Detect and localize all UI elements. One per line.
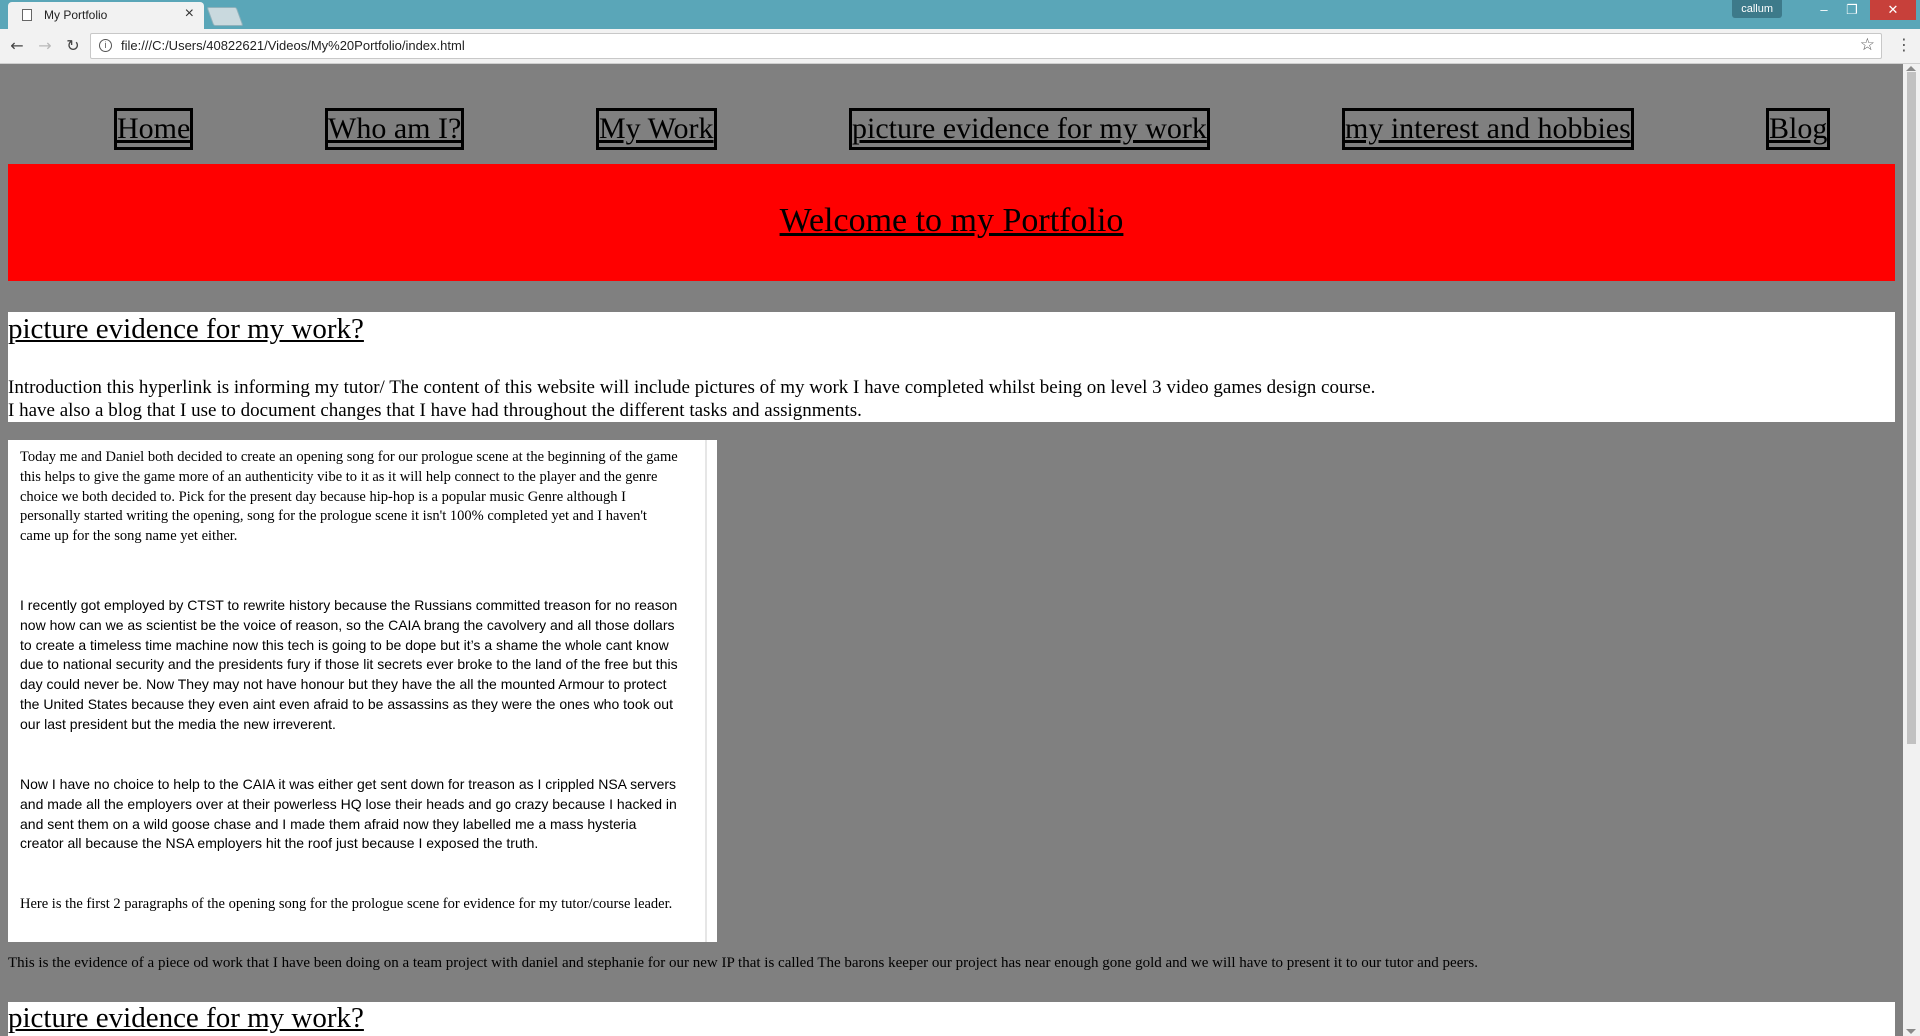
nav-link-home[interactable]: Home — [114, 108, 194, 150]
browser-title-bar: My Portfolio × callum – ❐ ✕ — [0, 0, 1920, 29]
intro-section: picture evidence for my work? Introducti… — [8, 312, 1895, 422]
section-heading-link[interactable]: picture evidence for my work? — [8, 1002, 364, 1035]
intro-text: Introduction this hyperlink is informing… — [8, 376, 1375, 422]
nav-link-who-am-i[interactable]: Who am I? — [325, 108, 465, 150]
nav-link-picture-evidence[interactable]: picture evidence for my work — [849, 108, 1210, 150]
user-profile-badge[interactable]: callum — [1732, 0, 1782, 18]
tab-title: My Portfolio — [44, 8, 108, 22]
browser-menu-icon[interactable]: ⋮ — [1896, 35, 1912, 54]
url-text[interactable]: file:///C:/Users/40822621/Videos/My%20Po… — [121, 38, 465, 53]
browser-toolbar: ← → ↻ i file:///C:/Users/40822621/Videos… — [0, 29, 1920, 64]
document-paragraph: I recently got employed by CTST to rewri… — [20, 597, 678, 732]
intro-line-2: I have also a blog that I use to documen… — [8, 400, 862, 421]
intro-line-1: Introduction this hyperlink is informing… — [8, 377, 1376, 398]
new-tab-button[interactable] — [206, 7, 244, 26]
document-paragraph: Now I have no choice to help to the CAIA… — [20, 776, 677, 852]
reload-icon[interactable]: ↻ — [62, 35, 84, 57]
restore-icon[interactable]: ❐ — [1838, 0, 1866, 20]
document-paragraph: Today me and Daniel both decided to crea… — [20, 449, 678, 545]
banner-title-link[interactable]: Welcome to my Portfolio — [8, 202, 1895, 240]
evidence-caption: This is the evidence of a piece od work … — [8, 955, 1478, 971]
page-viewport: Home Who am I? My Work picture evidence … — [0, 64, 1903, 1036]
welcome-banner: Welcome to my Portfolio — [8, 164, 1895, 281]
scrollbar-thumb[interactable] — [1907, 72, 1916, 744]
back-arrow-icon[interactable]: ← — [6, 35, 28, 57]
forward-arrow-icon[interactable]: → — [34, 35, 56, 57]
tab-close-icon[interactable]: × — [185, 5, 194, 23]
info-icon[interactable]: i — [99, 39, 112, 52]
document-paragraph: Here is the first 2 paragraphs of the op… — [20, 896, 673, 912]
document-image: Today me and Daniel both decided to crea… — [8, 440, 717, 942]
section-heading-link[interactable]: picture evidence for my work? — [8, 313, 364, 346]
second-section: picture evidence for my work? — [8, 1002, 1895, 1036]
site-navigation: Home Who am I? My Work picture evidence … — [0, 108, 1903, 150]
scroll-up-arrow-icon[interactable] — [1906, 66, 1916, 71]
window-close-icon[interactable]: ✕ — [1870, 0, 1916, 20]
address-bar[interactable]: i file:///C:/Users/40822621/Videos/My%20… — [90, 33, 1882, 59]
page-scrollbar[interactable] — [1903, 64, 1920, 1036]
browser-tab[interactable]: My Portfolio × — [8, 2, 204, 29]
document-divider — [705, 440, 707, 942]
document-icon — [22, 9, 32, 21]
scroll-down-arrow-icon[interactable] — [1906, 1029, 1916, 1034]
nav-link-blog[interactable]: Blog — [1766, 108, 1831, 150]
nav-link-interests-hobbies[interactable]: my interest and hobbies — [1342, 108, 1634, 150]
bookmark-star-icon[interactable]: ☆ — [1860, 35, 1875, 55]
nav-link-my-work[interactable]: My Work — [596, 108, 717, 150]
minimize-icon[interactable]: – — [1810, 0, 1838, 20]
